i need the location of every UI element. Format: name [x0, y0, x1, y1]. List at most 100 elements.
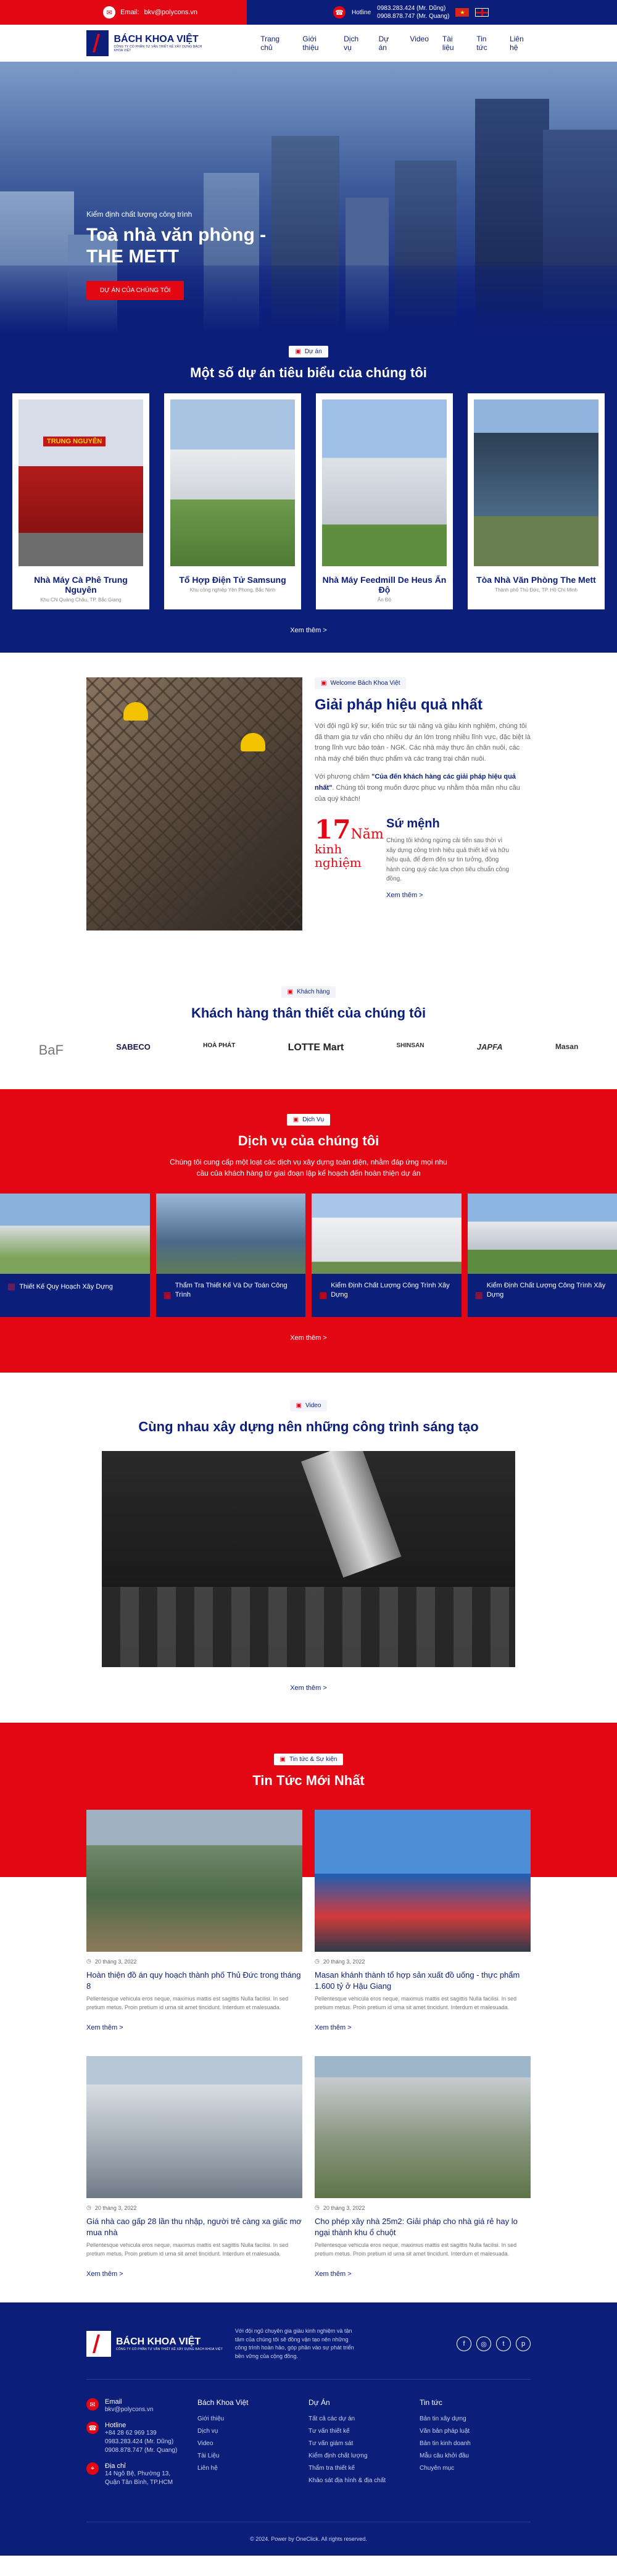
project-card[interactable]: Tòa Nhà Văn Phòng The Mett Thành phố Thủ… [468, 393, 605, 609]
footer-link[interactable]: Giới thiệu [197, 2415, 308, 2422]
news-headline[interactable]: Giá nhà cao gấp 28 lần thu nhập, người t… [86, 2216, 302, 2238]
footer-link[interactable]: Tài Liệu [197, 2453, 308, 2459]
news-more-link[interactable]: Xem thêm > [315, 2024, 531, 2031]
news-card[interactable]: ◷ 20 tháng 3, 2022 Giá nhà cao gấp 28 lần… [86, 2056, 302, 2278]
our-projects-button[interactable]: DỰ ÁN CỦA CHÚNG TÔI [86, 281, 184, 300]
client-logo-hoa-phat: HOÀ PHÁT [203, 1042, 236, 1049]
client-logo-masan: Masan [555, 1042, 579, 1051]
news-more-link[interactable]: Xem thêm > [86, 2270, 302, 2278]
footer-link[interactable]: Bản tin xây dựng [420, 2415, 531, 2422]
news-image [315, 1810, 531, 1952]
footer-email[interactable]: bkv@polycons.vn [105, 2406, 154, 2413]
news-more-link[interactable]: Xem thêm > [86, 2024, 302, 2031]
nav-item-services[interactable]: Dịch vụ [344, 35, 365, 52]
top-bar-email: ✉ Email: bkv@polycons.vn [0, 0, 247, 25]
service-name: Kiểm Định Chất Lượng Công Trình Xây Dựng [486, 1282, 606, 1299]
news-headline[interactable]: Hoàn thiện đồ án quy hoạch thành phố Thủ… [86, 1970, 302, 1991]
tag-icon: ▣ [292, 1116, 299, 1123]
projects-title: Một số dự án tiêu biểu của chúng tôi [190, 365, 427, 380]
service-card[interactable]: ▦ Thẩm Tra Thiết Kế Và Dự Toán Công Trình [155, 1194, 305, 1317]
project-card[interactable]: Tổ Hợp Điện Tử Samsung Khu công nghiệp Y… [164, 393, 301, 609]
footer-link[interactable]: Mẫu câu khởi đầu [420, 2453, 531, 2459]
nav-item-contact[interactable]: Liên hệ [510, 35, 531, 52]
email-link[interactable]: bkv@polycons.vn [144, 9, 197, 16]
nav-item-projects[interactable]: Dự án [379, 35, 397, 52]
mission-text: Chúng tôi không ngừng cải tiến sau thời … [386, 837, 510, 883]
hero-banner: Kiểm định chất lượng công trình Toà nhà … [0, 62, 617, 333]
footer-link[interactable]: Liên hệ [197, 2465, 308, 2472]
uk-flag-icon[interactable] [475, 8, 489, 17]
mission-more-link[interactable]: Xem thêm > [386, 892, 510, 899]
hero-subtitle: Kiểm định chất lượng công trình [86, 210, 193, 219]
project-image [170, 399, 295, 566]
client-logo-shinsan: SHINSAN [396, 1042, 424, 1049]
news-more-link[interactable]: Xem thêm > [315, 2270, 531, 2278]
location-pin-icon: ⌖ [86, 2462, 99, 2475]
footer-link[interactable]: Kiểm định chất lượng [308, 2453, 420, 2459]
tag-icon: ▣ [321, 680, 327, 687]
service-name: Thẩm Tra Thiết Kế Và Dự Toán Công Trình [175, 1282, 288, 1299]
footer-hotline-1[interactable]: +84 28 62 969 139 [105, 2429, 177, 2438]
nav-item-about[interactable]: Giới thiệu [302, 35, 330, 52]
footer-link[interactable]: Bản tin kinh doanh [420, 2440, 531, 2447]
service-image [467, 1194, 617, 1274]
email-label: Email: [120, 9, 139, 16]
footer-link[interactable]: Tư vấn giám sát [308, 2440, 420, 2447]
site-logo[interactable]: BÁCH KHOA VIỆT CÔNG TY CỔ PHẦN TƯ VẤN TH… [86, 30, 211, 56]
mission-title: Sứ mệnh [386, 817, 440, 831]
video-player[interactable] [102, 1451, 515, 1667]
nav-item-home[interactable]: Trang chủ [260, 35, 289, 52]
video-more-link[interactable]: Xem thêm > [0, 1684, 617, 1692]
footer-description: Với đội ngũ chuyên gia giàu kinh nghiệm … [234, 2328, 354, 2359]
news-date: ◷ 20 tháng 3, 2022 [315, 1958, 365, 1965]
news-card[interactable]: ◷ 20 tháng 3, 2022 Masan khánh thành tổ h… [315, 1810, 531, 2031]
nav-item-video[interactable]: Video [410, 35, 428, 52]
projects-more-link[interactable]: Xem thêm > [0, 627, 617, 634]
news-headline[interactable]: Cho phép xây nhà 25m2: Giải pháp cho nhà… [315, 2216, 531, 2238]
service-card[interactable]: ▦ Kiểm Định Chất Lượng Công Trình Xây Dựn… [467, 1194, 617, 1317]
footer-link[interactable]: Chuyên mục [420, 2465, 531, 2472]
hotline-1[interactable]: 0983.283.424 (Mr. Dũng) [377, 4, 449, 12]
news-card[interactable]: ◷ 20 tháng 3, 2022 Cho phép xây nhà 25m2:… [315, 2056, 531, 2278]
client-logo-sabeco: SABECO [116, 1042, 151, 1052]
footer-link[interactable]: Khảo sát địa hình & địa chất [308, 2477, 420, 2484]
services-more-link[interactable]: Xem thêm > [0, 1334, 617, 1342]
footer-link[interactable]: Thẩm tra thiết kế [308, 2465, 420, 2472]
service-card[interactable]: ▦ Thiết Kế Quy Hoạch Xây Dựng [0, 1194, 150, 1317]
service-card[interactable]: ▦ Kiểm Định Chất Lượng Công Trình Xây Dựn… [312, 1194, 462, 1317]
footer-hotline-3[interactable]: 0908.878.747 (Mr. Quang) [105, 2446, 177, 2455]
client-logo-japfa: JAPFA [476, 1042, 503, 1052]
clients-tag: ▣ Khách hàng [281, 986, 336, 998]
instagram-icon[interactable]: ◎ [476, 2336, 491, 2352]
mail-icon: ✉ [86, 2398, 99, 2411]
service-icon: ▦ [474, 1289, 483, 1300]
footer-brand-slogan: CÔNG TY CỔ PHẦN TƯ VẤN THIẾT KẾ XÂY DỰNG… [116, 2348, 223, 2352]
vietnam-flag-icon[interactable]: ★ [455, 8, 470, 17]
footer-link[interactable]: Video [197, 2440, 308, 2447]
nav-item-documents[interactable]: Tài liệu [442, 35, 463, 52]
hotline-2[interactable]: 0908.878.747 (Mr. Quang) [377, 12, 449, 20]
brand-name: BÁCH KHOA VIỆT [114, 33, 199, 44]
pinterest-icon[interactable]: p [516, 2336, 531, 2352]
video-title: Cùng nhau xây dựng nên những công trình … [138, 1419, 479, 1434]
project-card[interactable]: TRUNG NGUYÊN Nhà Máy Cà Phê Trung Nguyên… [12, 393, 149, 609]
facebook-icon[interactable]: f [457, 2336, 471, 2352]
footer-link[interactable]: Dịch vụ [197, 2428, 308, 2435]
welcome-motto: Với phương châm "Của đến khách hàng các … [315, 773, 520, 803]
footer-link[interactable]: Văn bản pháp luật [420, 2428, 531, 2435]
twitter-icon[interactable]: t [496, 2336, 511, 2352]
clock-icon: ◷ [315, 2204, 320, 2211]
news-card[interactable]: ◷ 20 tháng 3, 2022 Hoàn thiện đồ án quy h… [86, 1810, 302, 2031]
footer-link[interactable]: Tất cả các dự án [308, 2415, 420, 2422]
nav-item-news[interactable]: Tin tức [476, 35, 496, 52]
hero-title: Toà nhà văn phòng - THE METT [86, 225, 267, 267]
project-name: Tổ Hợp Điện Tử Samsung [179, 575, 286, 585]
news-headline[interactable]: Masan khánh thành tổ hợp sản xuất đồ uốn… [315, 1970, 531, 1991]
project-card[interactable]: Nhà Máy Feedmill De Heus Ấn Độ Ấn Độ [316, 393, 453, 609]
footer-link[interactable]: Tư vấn thiết kế [308, 2428, 420, 2435]
tag-icon: ▣ [295, 348, 301, 355]
mission-block: 17Năm kinh nghiệm Sứ mệnh Chúng tôi khôn… [315, 817, 531, 899]
footer-logo[interactable]: BÁCH KHOA VIỆT CÔNG TY CỔ PHẦN TƯ VẤN TH… [86, 2331, 223, 2357]
footer-hotline-2[interactable]: 0983.283.424 (Mr. Dũng) [105, 2438, 177, 2446]
service-image [155, 1194, 305, 1274]
